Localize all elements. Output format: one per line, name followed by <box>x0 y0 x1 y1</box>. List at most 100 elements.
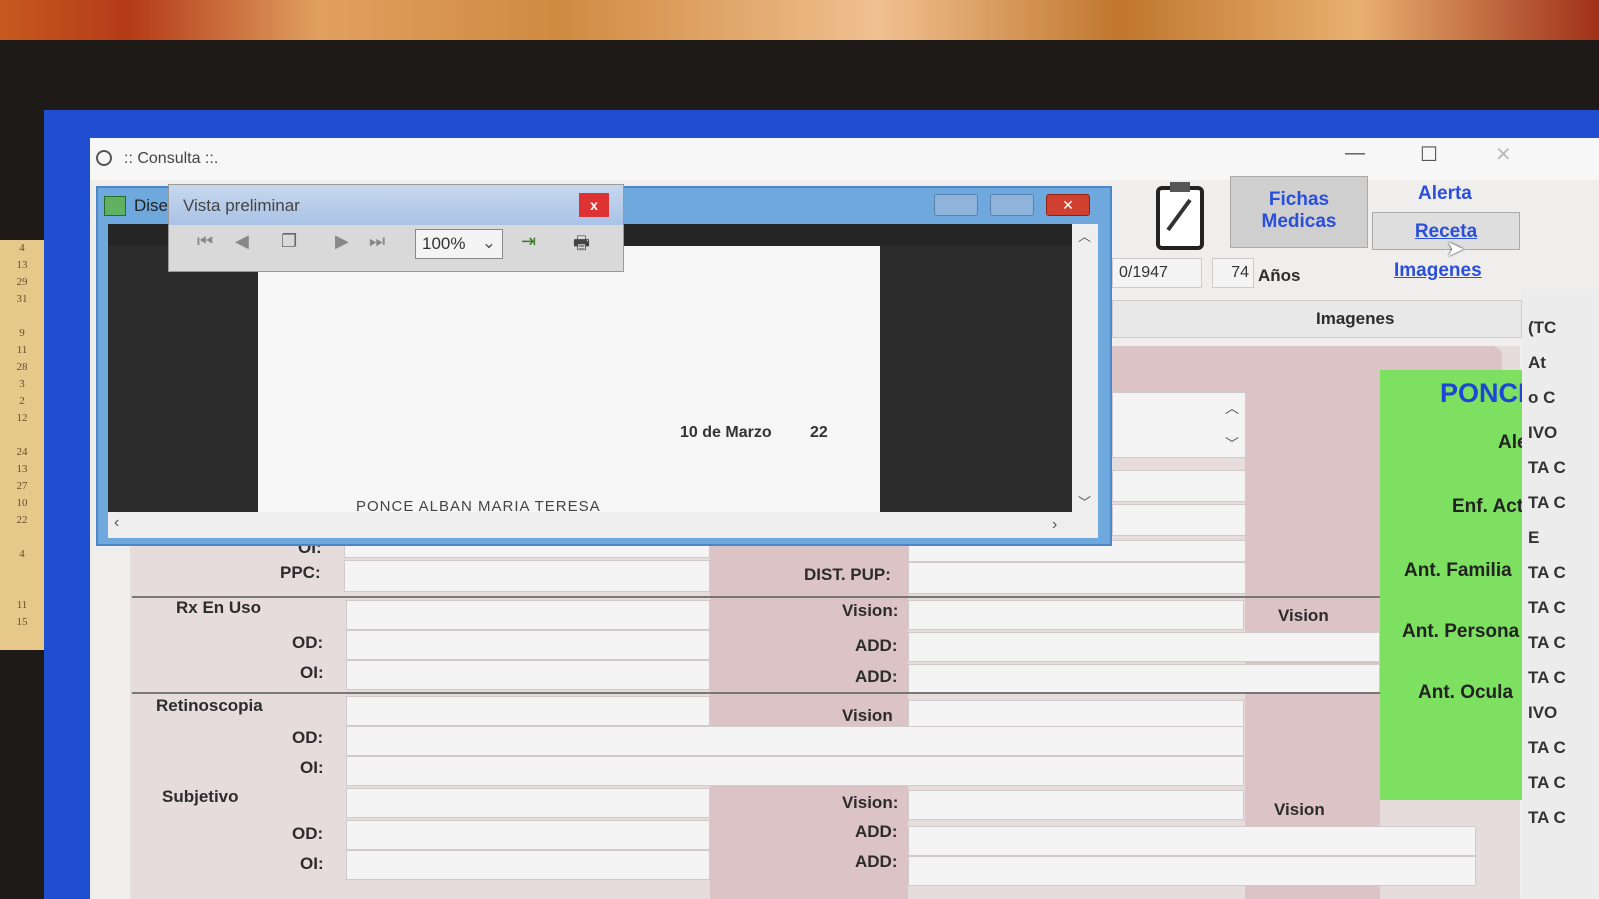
clipboard-icon[interactable] <box>1150 180 1210 252</box>
scroll-down-icon[interactable]: ﹀ <box>1225 434 1239 454</box>
preview-horizontal-scrollbar[interactable]: ‹ › <box>108 512 1098 538</box>
status-label: IVO <box>1528 703 1558 722</box>
calendar-day: 11 <box>16 599 28 611</box>
disenador-app-icon <box>104 196 126 216</box>
right-status-column: (TC At o C IVO TA C TA C E TA C TA C TA C TA C IVO T… <box>1522 290 1599 899</box>
rx-oi-label: OI: <box>300 663 324 682</box>
disenador-close-button[interactable]: ✕ <box>1046 194 1090 216</box>
rx-oi-field[interactable] <box>346 660 710 690</box>
rx-vision-field[interactable] <box>908 600 1244 630</box>
zoom-select[interactable]: 100% ⌄ <box>415 229 503 259</box>
subj-od-field[interactable] <box>346 820 710 850</box>
calendar-day <box>0 563 44 580</box>
first-page-icon[interactable]: ⏮ <box>197 231 213 252</box>
age-field[interactable]: 74 <box>1212 258 1254 288</box>
calendar-day: 9 <box>19 327 25 339</box>
subj-vision-label: Vision: <box>842 793 899 812</box>
subj-od-label: OD: <box>292 824 324 843</box>
subj-od-add-field[interactable] <box>908 826 1476 856</box>
status-label: IVO <box>1528 423 1558 442</box>
multi-page-icon[interactable]: ❐ <box>281 231 297 252</box>
subj-oi-add-label: ADD: <box>855 852 898 871</box>
subj-vision-field[interactable] <box>908 790 1244 820</box>
scroll-up-icon[interactable]: ︿ <box>1225 398 1239 418</box>
retino-field-top[interactable] <box>346 696 710 726</box>
status-label: TA C <box>1528 598 1566 617</box>
calendar-day: 12 <box>16 412 28 424</box>
preview-vertical-scrollbar[interactable]: ︿ ﹀ <box>1072 224 1098 514</box>
imagenes-link[interactable]: Imagenes <box>1394 260 1482 282</box>
disenador-maximize-button[interactable] <box>990 194 1034 216</box>
rx-od-add-label: ADD: <box>855 636 898 655</box>
search-icon <box>96 150 112 166</box>
subj-oi-add-field[interactable] <box>908 856 1476 886</box>
age-unit-label: Años <box>1258 266 1301 285</box>
calendar-day: 15 <box>16 616 28 628</box>
subj-oi-field[interactable] <box>346 850 710 880</box>
status-label: TA C <box>1528 773 1566 792</box>
fichas-label-1: Fichas <box>1268 189 1330 210</box>
rx-oi-add-field[interactable] <box>908 664 1380 694</box>
rx-vision-label: Vision: <box>842 601 899 620</box>
calendar-day: 4 <box>19 548 25 560</box>
calendar-day <box>0 529 44 546</box>
calendar-day: 13 <box>16 259 28 271</box>
calendar-day <box>0 580 44 597</box>
retinoscopia-label: Retinoscopia <box>156 696 263 715</box>
retino-od-label: OD: <box>292 728 324 747</box>
retino-oi-field[interactable] <box>346 756 1244 786</box>
preview-margin-left <box>108 246 258 512</box>
calendar-day: 27 <box>16 480 28 492</box>
enf-act-label: Enf. Act <box>1452 496 1524 517</box>
subj-od-add-label: ADD: <box>855 822 898 841</box>
rx-od-add-field[interactable] <box>908 632 1380 662</box>
vista-close-button[interactable]: x <box>579 193 609 217</box>
scroll-right-icon[interactable]: › <box>1052 516 1057 534</box>
disenador-minimize-button[interactable] <box>934 194 978 216</box>
preview-margin-right <box>880 246 1072 512</box>
birthdate-field[interactable]: 0/1947 <box>1112 258 1202 288</box>
print-icon[interactable]: 🖶 <box>573 231 590 261</box>
calendar-day: 31 <box>16 293 28 305</box>
zoom-value: 100% <box>422 234 466 253</box>
rx-en-uso-label: Rx En Uso <box>176 598 262 617</box>
wall-calendar: 4 13 29 31 9 11 28 3 2 12 24 13 27 10 22 4 11 15 <box>0 240 44 650</box>
status-label: TA C <box>1528 493 1566 512</box>
scroll-left-icon[interactable]: ‹ <box>114 514 119 532</box>
calendar-day: 28 <box>16 361 28 373</box>
rx-od-field[interactable] <box>346 630 710 660</box>
calendar-day: 3 <box>19 378 25 390</box>
vista-title: Vista preliminar <box>183 196 300 215</box>
divider-1 <box>132 596 1380 598</box>
fichas-medicas-button[interactable]: Fichas Medicas <box>1230 176 1368 248</box>
scroll-up-icon[interactable]: ︿ <box>1078 226 1091 245</box>
status-label: TA C <box>1528 738 1566 757</box>
minimize-button[interactable]: — <box>1345 142 1365 165</box>
alerta-button[interactable]: Alerta <box>1418 183 1472 205</box>
right-field-2[interactable] <box>1112 504 1248 536</box>
subj-field-top[interactable] <box>346 788 710 818</box>
ppc-field[interactable] <box>344 560 710 592</box>
scroll-down-icon[interactable]: ﹀ <box>1078 492 1091 511</box>
page-day: 22 <box>810 424 828 441</box>
status-label: TA C <box>1528 458 1566 477</box>
cursor-icon: ➤ <box>1446 236 1465 261</box>
close-button[interactable]: ✕ <box>1495 142 1512 167</box>
prev-page-icon[interactable]: ◀ <box>235 231 249 252</box>
calendar-day: 22 <box>16 514 28 526</box>
status-label: (TC <box>1528 318 1557 337</box>
last-page-icon[interactable]: ⏭ <box>369 231 385 252</box>
right-field-1[interactable] <box>1112 470 1248 502</box>
retino-od-field[interactable] <box>346 726 1244 756</box>
next-page-icon[interactable]: ▶ <box>335 231 349 252</box>
vista-preliminar-window: Vista preliminar x ⏮ ◀ ❐ ▶ ⏭ 100% ⌄ ⇥ 🖶 <box>168 184 624 272</box>
ant-familiares-label: Ant. Familia <box>1404 560 1512 581</box>
rx-field-top[interactable] <box>346 600 710 630</box>
consulta-title: :: Consulta ::. <box>124 150 219 167</box>
calendar-day <box>0 308 44 325</box>
exit-icon[interactable]: ⇥ <box>521 231 536 252</box>
dist-pup-field[interactable] <box>908 562 1246 594</box>
maximize-button[interactable]: ☐ <box>1420 142 1438 167</box>
tab-imagenes[interactable]: Imagenes <box>1316 309 1394 329</box>
calendar-day: 11 <box>16 344 28 356</box>
